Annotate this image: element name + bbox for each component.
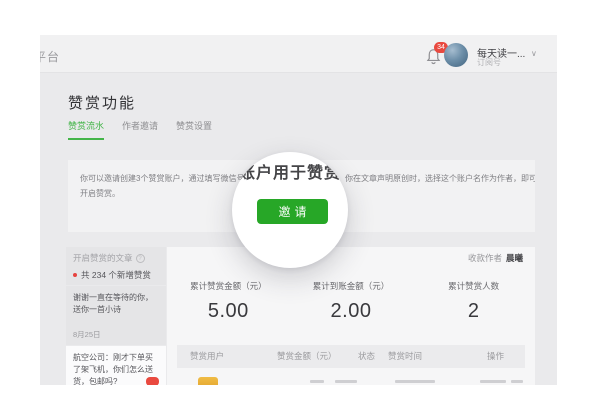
- payee-row: 收款作者晨曦: [468, 252, 523, 264]
- top-bar: 平台 34 每天读一... 订阅号 ∨: [40, 35, 557, 73]
- table-row: [335, 380, 357, 383]
- account-avatar[interactable]: [444, 43, 468, 67]
- col-status: 状态: [358, 345, 375, 368]
- sidebar-header: 开启赞赏的文章 ? 共 234 个新增赞赏: [66, 247, 166, 285]
- reward-count-badge: [146, 377, 159, 385]
- article-item-selected[interactable]: 谢谢一直在等待的你，送你一首小诗 8月25日: [66, 286, 166, 345]
- table-header: 赞赏用户 赞赏金额（元）↕ 状态 赞赏时间 操作: [177, 345, 525, 368]
- stats-row: 累计赞赏金额（元） 5.00 累计到账金额（元） 2.00 累计赞赏人数 2: [167, 280, 535, 323]
- stat-total-people: 累计赞赏人数 2: [412, 280, 535, 323]
- stat-total-received: 累计到账金额（元） 2.00: [290, 280, 413, 323]
- stat-total-reward: 累计赞赏金额（元） 5.00: [167, 280, 290, 323]
- tab-reward-records[interactable]: 赞赏流水: [68, 119, 104, 140]
- page-title: 赞赏功能: [68, 92, 136, 113]
- tab-reward-settings[interactable]: 赞赏设置: [176, 119, 212, 140]
- reward-summary-card: 收款作者晨曦 累计赞赏金额（元） 5.00 累计到账金额（元） 2.00 累计赞…: [167, 247, 535, 385]
- notice-text-line2: 开启赞赏。: [80, 188, 120, 199]
- sidebar-header-label: 开启赞赏的文章: [73, 252, 133, 264]
- table-row: [395, 380, 435, 383]
- magnified-notice-text: 账户用于赞赏: [232, 159, 348, 183]
- article-sidebar: 开启赞赏的文章 ? 共 234 个新增赞赏 谢谢一直在等待的你，送你一首小诗 8…: [66, 247, 166, 385]
- col-reward-time: 赞赏时间: [388, 345, 422, 368]
- platform-logo: 平台: [40, 48, 60, 65]
- table-row: [310, 380, 324, 383]
- chevron-down-icon[interactable]: ∨: [531, 49, 537, 58]
- col-actions: 操作: [487, 345, 504, 368]
- table-row: [511, 380, 523, 383]
- magnifier-circle: 账户用于赞赏 邀请: [232, 152, 348, 268]
- account-type-label: 订阅号: [477, 57, 501, 68]
- table-row-avatar: [198, 377, 218, 385]
- tab-bar: 赞赏流水 作者邀请 赞赏设置: [68, 119, 212, 140]
- new-reward-dot-icon: [73, 273, 77, 277]
- table-row: [480, 380, 506, 383]
- payee-name[interactable]: 晨曦: [506, 253, 523, 263]
- article-title: 谢谢一直在等待的你，送你一首小诗: [73, 292, 159, 316]
- help-icon[interactable]: ?: [136, 254, 145, 263]
- article-date: 8月25日: [73, 329, 101, 341]
- sort-icon: ↕: [279, 345, 283, 368]
- new-reward-summary: 共 234 个新增赞赏: [81, 269, 151, 281]
- payee-label: 收款作者: [468, 253, 502, 263]
- article-item[interactable]: 航空公司：刚才下单买了架飞机，你们怎么送货，包邮吗?: [66, 346, 166, 385]
- admin-page: 平台 34 每天读一... 订阅号 ∨ 赞赏功能 赞赏流水 作者邀请 赞赏设置 …: [40, 35, 557, 385]
- notice-text-right: 你在文章声明原创时，选择这个账户名作为作者，即可: [345, 173, 535, 184]
- tab-author-invite[interactable]: 作者邀请: [122, 119, 158, 140]
- col-reward-user: 赞赏用户: [190, 345, 224, 368]
- invite-button[interactable]: 邀请: [257, 199, 328, 224]
